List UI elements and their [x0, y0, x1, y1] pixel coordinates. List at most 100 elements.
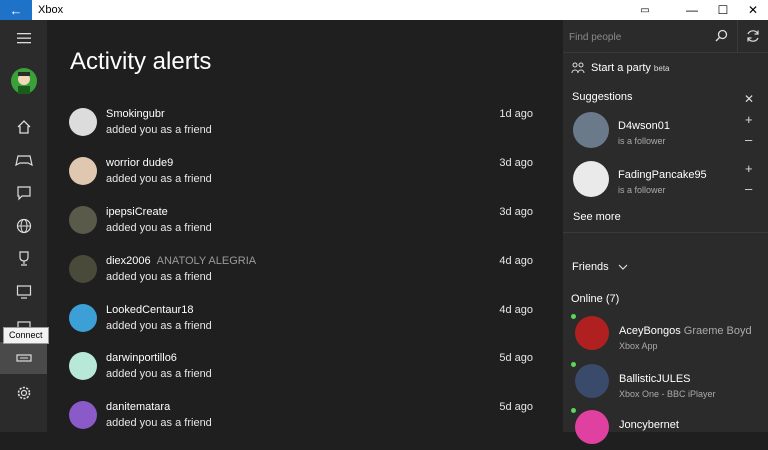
nav-messages[interactable]: [0, 177, 47, 209]
hamburger-menu-button[interactable]: [0, 22, 47, 54]
avatar: [575, 410, 609, 444]
start-party-label: Start a party: [591, 62, 651, 74]
avatar: [573, 112, 609, 148]
alert-action-text: added you as a friend: [106, 417, 212, 429]
hamburger-icon: [16, 33, 31, 44]
close-icon: ✕: [744, 92, 755, 106]
alert-timestamp: 5d ago: [499, 401, 533, 413]
avatar[interactable]: [69, 401, 97, 429]
avatar[interactable]: [69, 206, 97, 234]
nav-achievements[interactable]: [0, 243, 47, 275]
alert-action-text: added you as a friend: [106, 320, 212, 332]
back-button[interactable]: ←: [0, 0, 32, 20]
alert-timestamp: 4d ago: [499, 304, 533, 316]
alert-gamertag[interactable]: Smokingubr: [106, 108, 171, 120]
friend-presence: Xbox One - BBC iPlayer: [619, 389, 716, 399]
gamertag-text: Smokingubr: [106, 108, 165, 120]
alert-action-text: added you as a friend: [106, 173, 212, 185]
nav-game-dvr[interactable]: [0, 276, 47, 308]
alert-gamertag[interactable]: worrior dude9: [106, 157, 179, 169]
gamertag-text: LookedCentaur18: [106, 304, 194, 316]
friends-panel: Start a partybeta Suggestions ✕ D4wson01…: [563, 20, 768, 444]
nav-tooltip: Connect: [3, 327, 49, 344]
suggestion-reason: is a follower: [618, 136, 666, 146]
nav-home[interactable]: [0, 111, 47, 143]
friend-gamertag: AceyBongos Graeme Boyd: [619, 325, 752, 337]
controller-icon: [14, 155, 33, 167]
friend-item[interactable]: AceyBongos Graeme Boyd Xbox App: [571, 314, 768, 356]
gamertag-text: darwinportillo6: [106, 352, 177, 364]
suggestion-item[interactable]: FadingPancake95 is a follower + –: [573, 161, 763, 201]
home-icon: [17, 120, 30, 134]
alert-gamertag[interactable]: danitematara: [106, 401, 176, 413]
alert-item[interactable]: darwinportillo6 added you as a friend 5d a…: [69, 352, 533, 392]
alert-item[interactable]: LookedCentaur18 added you as a friend 4d a…: [69, 304, 533, 344]
avatar[interactable]: [69, 352, 97, 380]
nav-games[interactable]: [0, 144, 47, 176]
remove-suggestion-button[interactable]: –: [745, 132, 752, 147]
alert-gamertag[interactable]: darwinportillo6: [106, 352, 183, 364]
friend-item[interactable]: Joncybernet: [571, 408, 768, 450]
suggestion-item[interactable]: D4wson01 is a follower + –: [573, 112, 763, 152]
alert-item[interactable]: Smokingubr added you as a friend 1d ago: [69, 108, 533, 148]
refresh-icon: [747, 30, 759, 42]
minimize-button[interactable]: —: [677, 0, 707, 20]
find-people-input[interactable]: [569, 29, 709, 45]
activity-alerts-pane: Activity alerts Smokingubr added you as a…: [47, 20, 563, 432]
online-count-heading: Online (7): [571, 293, 620, 305]
game-dvr-icon: [16, 285, 31, 299]
avatar[interactable]: [69, 304, 97, 332]
close-icon: ✕: [747, 3, 759, 17]
alert-action-text: added you as a friend: [106, 124, 212, 136]
nav-social[interactable]: [0, 210, 47, 242]
tablet-mode-button[interactable]: ▭: [630, 0, 660, 20]
nav-connect[interactable]: [0, 342, 47, 374]
alert-gamertag[interactable]: diex2006 ANATOLY ALEGRIA: [106, 255, 256, 267]
friends-filter-dropdown[interactable]: Friends: [572, 261, 628, 273]
globe-icon: [16, 218, 31, 234]
add-friend-button[interactable]: +: [745, 161, 753, 176]
gamertag-text: BallisticJULES: [619, 373, 691, 385]
alert-item[interactable]: worrior dude9 added you as a friend 3d ago: [69, 157, 533, 197]
alert-item[interactable]: danitematara added you as a friend 5d ago: [69, 401, 533, 441]
minus-icon: –: [745, 181, 753, 196]
close-button[interactable]: ✕: [738, 0, 768, 20]
tablet-icon: ▭: [640, 4, 650, 16]
alert-gamertag[interactable]: ipepsiCreate: [106, 206, 174, 218]
alert-item[interactable]: diex2006 ANATOLY ALEGRIA added you as a fr…: [69, 255, 533, 295]
refresh-button[interactable]: [737, 20, 768, 53]
alert-timestamp: 3d ago: [499, 206, 533, 218]
gamertag-text: Joncybernet: [619, 419, 679, 431]
alert-action-text: added you as a friend: [106, 271, 212, 283]
maximize-button[interactable]: ☐: [708, 0, 738, 20]
avatar: [573, 161, 609, 197]
search-button[interactable]: [715, 29, 728, 47]
avatar[interactable]: [69, 108, 97, 136]
see-more-link[interactable]: See more: [573, 211, 621, 223]
start-party-button[interactable]: Start a party beta: [571, 62, 670, 74]
alert-timestamp: 1d ago: [499, 108, 533, 120]
avatar[interactable]: [69, 255, 97, 283]
nav-settings[interactable]: [0, 377, 47, 409]
alert-timestamp: 3d ago: [499, 157, 533, 169]
page-title: Activity alerts: [70, 48, 212, 75]
dismiss-suggestions-button[interactable]: ✕: [744, 92, 754, 106]
alert-item[interactable]: ipepsiCreate added you as a friend 3d ago: [69, 206, 533, 246]
avatar[interactable]: [69, 157, 97, 185]
add-friend-button[interactable]: +: [745, 112, 753, 127]
left-nav: [0, 20, 47, 432]
friend-item[interactable]: BallisticJULES Xbox One - BBC iPlayer: [571, 362, 768, 404]
plus-icon: +: [745, 112, 753, 127]
beta-badge: beta: [653, 64, 670, 73]
suggestions-title: Suggestions: [572, 91, 633, 103]
online-status-dot: [571, 362, 576, 367]
gamertag-text: ipepsiCreate: [106, 206, 168, 218]
remove-suggestion-button[interactable]: –: [745, 181, 752, 196]
plus-icon: +: [745, 161, 753, 176]
alert-gamertag[interactable]: LookedCentaur18: [106, 304, 199, 316]
profile-button[interactable]: [0, 64, 47, 98]
app-title: Xbox: [38, 4, 64, 16]
search-icon: [715, 29, 728, 42]
friend-presence: Xbox App: [619, 341, 658, 351]
minimize-icon: —: [686, 3, 698, 17]
